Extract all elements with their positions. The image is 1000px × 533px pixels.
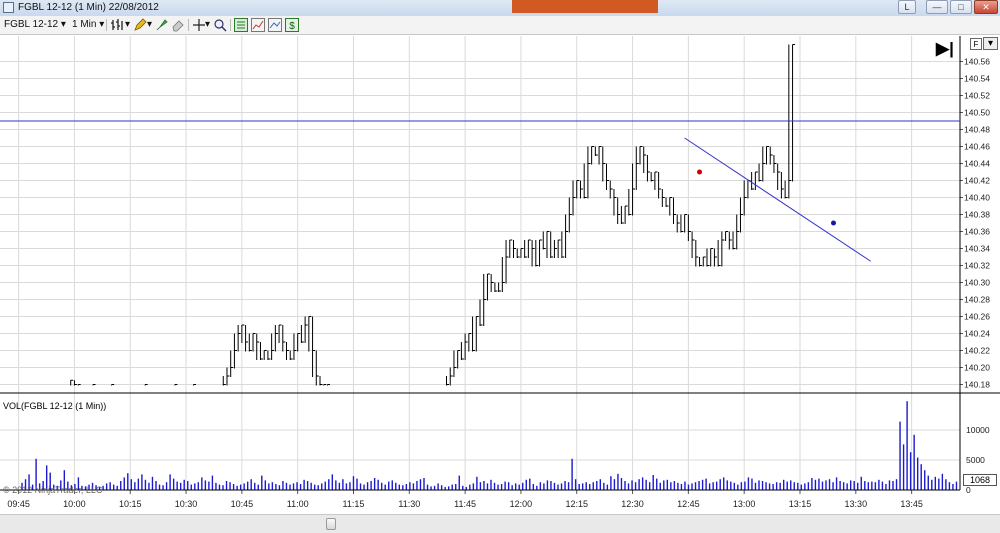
maximize-button[interactable]: □ — [950, 0, 972, 14]
chevron-down-icon: ▾ — [99, 19, 105, 30]
y-tick-label: 140.20 — [964, 363, 990, 373]
chart-overlays — [0, 120, 960, 262]
drawing-pencil-icon[interactable] — [133, 18, 147, 32]
copyright-text: © 2012 NinjaTrader, LLC — [3, 485, 103, 495]
red-marker — [697, 169, 703, 175]
y-tick-label: 140.56 — [964, 57, 990, 67]
y-tick-label: 140.18 — [964, 380, 990, 390]
chevron-down-icon[interactable]: ▾ — [147, 18, 152, 32]
title-bar: FGBL 12-12 (1 Min) 22/08/2012 L — □ ✕ — [0, 0, 1000, 17]
y-tick-label: 140.28 — [964, 295, 990, 305]
chevron-down-icon: ▾ — [60, 19, 66, 30]
scroll-to-end-button[interactable]: ▶| — [936, 40, 954, 57]
y-tick-label: 140.22 — [964, 346, 990, 356]
chart-grid — [0, 36, 960, 490]
x-tick-label: 13:15 — [789, 499, 812, 509]
layout-button[interactable]: L — [898, 0, 916, 14]
trend-line-drawing — [684, 137, 871, 262]
toolbar-separator — [106, 19, 107, 31]
close-button[interactable]: ✕ — [974, 0, 998, 14]
drawing-marker-icon[interactable] — [155, 18, 169, 32]
toolbar-separator — [188, 19, 189, 31]
x-tick-label: 13:30 — [845, 499, 868, 509]
volume-tick-label: 5000 — [966, 455, 985, 465]
y-tick-label: 140.52 — [964, 91, 990, 101]
x-tick-label: 11:45 — [454, 499, 476, 509]
chart-properties-icon[interactable] — [234, 18, 248, 32]
window-title: FGBL 12-12 (1 Min) 22/08/2012 — [18, 2, 159, 13]
x-tick-label: 11:30 — [398, 499, 420, 509]
instrument-selector[interactable]: FGBL 12-12 ▾ — [4, 18, 66, 32]
y-tick-label: 140.50 — [964, 108, 990, 118]
volume-series — [21, 401, 958, 490]
y-tick-label: 140.32 — [964, 261, 990, 271]
volume-tick-label: 0 — [966, 485, 971, 495]
bar-type-icon[interactable] — [110, 18, 124, 32]
y-tick-label: 140.38 — [964, 210, 990, 220]
chart-toolbar: FGBL 12-12 ▾ 1 Min ▾ ▾ ▾ ▾ $ — [0, 16, 1000, 35]
volume-tick-label: 10000 — [966, 425, 990, 435]
minimize-button[interactable]: — — [926, 0, 948, 14]
blue-marker — [830, 220, 836, 226]
x-tick-label: 13:00 — [733, 499, 756, 509]
chart-options-dropdown[interactable]: ▾ — [983, 37, 998, 50]
title-bar-accent — [512, 0, 658, 13]
x-tick-label: 10:15 — [119, 499, 142, 509]
horizontal-scrollbar[interactable] — [0, 514, 1000, 533]
volume-value-badge: 1068 — [963, 474, 997, 486]
x-tick-label: 12:45 — [677, 499, 700, 509]
x-tick-label: 10:30 — [175, 499, 198, 509]
price-chart[interactable]: 09:45 10:00 10:15 10:30 10:45 11:00 11:15 11:30… — [0, 36, 1000, 514]
x-tick-label: 10:45 — [231, 499, 254, 509]
indicators-icon[interactable] — [251, 18, 265, 32]
interval-selector[interactable]: 1 Min ▾ — [72, 18, 104, 32]
x-tick-label: 09:45 — [7, 499, 30, 509]
y-tick-label: 140.40 — [964, 193, 990, 203]
y-tick-label: 140.48 — [964, 125, 990, 135]
volume-panel-label: VOL(FGBL 12-12 (1 Min)) — [3, 401, 107, 411]
y-tick-label: 140.46 — [964, 142, 990, 152]
chevron-down-icon[interactable]: ▾ — [125, 18, 130, 32]
x-tick-label: 11:15 — [343, 499, 365, 509]
svg-text:$: $ — [289, 21, 295, 32]
dollar-icon[interactable]: $ — [285, 18, 299, 32]
chart-window-icon — [3, 2, 14, 13]
chart-axes: 09:45 10:00 10:15 10:30 10:45 11:00 11:15 11:30… — [0, 36, 1000, 509]
y-tick-label: 140.44 — [964, 159, 990, 169]
crosshair-icon[interactable] — [192, 18, 206, 32]
chart-f-button[interactable]: F — [970, 38, 982, 50]
x-tick-label: 10:00 — [63, 499, 86, 509]
x-tick-label: 13:45 — [900, 499, 923, 509]
eraser-icon[interactable] — [171, 18, 185, 32]
x-tick-label: 11:00 — [287, 499, 309, 509]
y-tick-label: 140.34 — [964, 244, 990, 254]
zoom-icon[interactable] — [213, 18, 227, 32]
strategies-icon[interactable] — [268, 18, 282, 32]
y-tick-label: 140.54 — [964, 74, 990, 84]
x-tick-label: 12:15 — [565, 499, 588, 509]
y-tick-label: 140.36 — [964, 227, 990, 237]
instrument-label: FGBL 12-12 — [4, 19, 59, 30]
y-tick-label: 140.30 — [964, 278, 990, 288]
x-tick-label: 12:00 — [510, 499, 533, 509]
x-tick-label: 12:30 — [621, 499, 644, 509]
chevron-down-icon[interactable]: ▾ — [205, 18, 210, 32]
toolbar-separator — [230, 19, 231, 31]
y-tick-label: 140.26 — [964, 312, 990, 322]
scrollbar-thumb[interactable] — [326, 518, 336, 530]
y-tick-label: 140.42 — [964, 176, 990, 186]
interval-label: 1 Min — [72, 19, 97, 30]
y-tick-label: 140.24 — [964, 329, 990, 339]
chart-container[interactable]: 09:45 10:00 10:15 10:30 10:45 11:00 11:15 11:30… — [0, 36, 1000, 514]
